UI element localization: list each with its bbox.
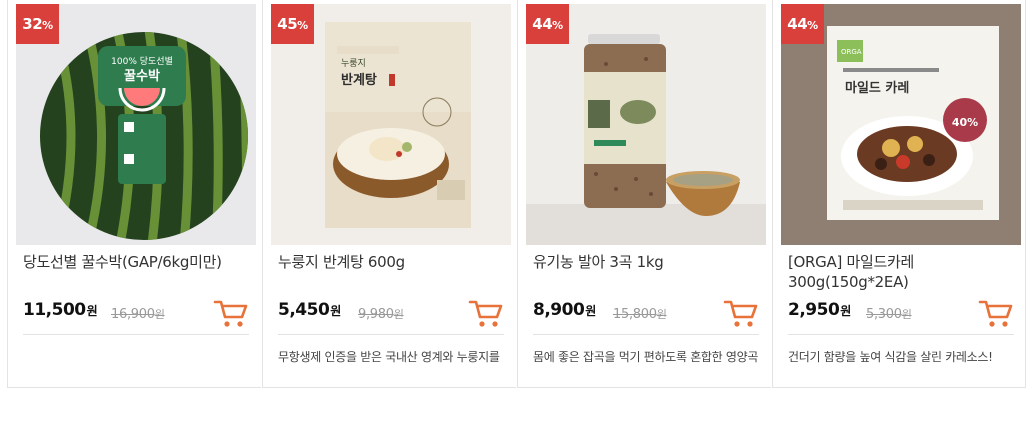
discount-badge: 32% bbox=[16, 4, 59, 44]
currency: 원 bbox=[840, 304, 851, 318]
currency: 원 bbox=[901, 308, 912, 321]
product-name[interactable]: 당도선별 꿀수박(GAP/6kg미만) bbox=[23, 252, 255, 272]
original-price: 16,900원 bbox=[111, 306, 165, 322]
product-card[interactable]: 누룽지 반계탕 45% 누룽지 반계탕 600g 5,450원 9,980원 무… bbox=[262, 0, 516, 388]
product-image[interactable]: ORGA 마일드 카레 40% 44% bbox=[781, 4, 1021, 245]
original-price-value: 15,800 bbox=[613, 307, 657, 322]
product-card[interactable]: 100% 당도선별 꿀수박 32% 당도선별 꿀수박(GAP/6kg미만) 11… bbox=[7, 0, 261, 388]
sale-price: 11,500원 bbox=[23, 300, 98, 320]
currency: 원 bbox=[86, 304, 98, 318]
discount-unit: % bbox=[42, 18, 53, 32]
discount-value: 45 bbox=[277, 15, 298, 33]
original-price: 15,800원 bbox=[613, 306, 667, 322]
image-label: ORGA bbox=[841, 48, 862, 56]
product-name[interactable]: 유기농 발아 3곡 1kg bbox=[533, 252, 765, 272]
sale-price-value: 5,450 bbox=[278, 300, 330, 320]
price-row: 2,950원 5,300원 bbox=[788, 296, 1014, 335]
product-description: 몸에 좋은 잡곡을 먹기 편하도록 혼합한 영양곡 bbox=[533, 350, 759, 364]
sale-price: 8,900원 bbox=[533, 300, 596, 320]
sale-price: 2,950원 bbox=[788, 300, 851, 320]
discount-badge: 44% bbox=[781, 4, 824, 44]
cart-icon[interactable] bbox=[723, 297, 759, 329]
product-grid: 100% 당도선별 꿀수박 32% 당도선별 꿀수박(GAP/6kg미만) 11… bbox=[7, 0, 1027, 389]
product-description: 무항생제 인증을 받은 국내산 영계와 누룽지를 bbox=[278, 350, 500, 364]
currency: 원 bbox=[330, 304, 341, 318]
product-image[interactable]: 44% bbox=[526, 4, 766, 245]
original-price-value: 5,300 bbox=[866, 307, 902, 322]
product-image[interactable]: 100% 당도선별 꿀수박 32% bbox=[16, 4, 256, 245]
discount-unit: % bbox=[552, 18, 563, 32]
sale-price: 5,450원 bbox=[278, 300, 341, 320]
original-price: 5,300원 bbox=[866, 306, 912, 322]
product-name[interactable]: 누룽지 반계탕 600g bbox=[278, 252, 510, 272]
discount-badge: 45% bbox=[271, 4, 314, 44]
discount-value: 44 bbox=[532, 15, 553, 33]
price-row: 8,900원 15,800원 bbox=[533, 296, 759, 335]
currency: 원 bbox=[585, 304, 596, 318]
price-row: 5,450원 9,980원 bbox=[278, 296, 504, 335]
discount-unit: % bbox=[297, 18, 308, 32]
sale-price-value: 11,500 bbox=[23, 300, 86, 320]
currency: 원 bbox=[154, 308, 165, 321]
original-price: 9,980원 bbox=[358, 306, 404, 322]
image-label: 100% 당도선별 bbox=[111, 56, 173, 67]
product-name[interactable]: [ORGA] 마일드카레 300g(150g*2EA) bbox=[788, 252, 1020, 292]
image-label: 마일드 카레 bbox=[845, 80, 909, 96]
original-price-value: 9,980 bbox=[358, 307, 394, 322]
sale-price-value: 2,950 bbox=[788, 300, 840, 320]
product-image[interactable]: 누룽지 반계탕 45% bbox=[271, 4, 511, 245]
price-row: 11,500원 16,900원 bbox=[23, 296, 249, 335]
cart-icon[interactable] bbox=[978, 297, 1014, 329]
cart-icon[interactable] bbox=[468, 297, 504, 329]
product-card[interactable]: ORGA 마일드 카레 40% 44% [ORGA] 마일드카레 300g(15… bbox=[772, 0, 1026, 388]
image-label: 40% bbox=[952, 116, 978, 129]
discount-unit: % bbox=[807, 18, 818, 32]
image-label: 누룽지 bbox=[341, 58, 366, 69]
product-description: 건더기 함량을 높여 식감을 살린 카레소스! bbox=[788, 350, 993, 364]
sale-price-value: 8,900 bbox=[533, 300, 585, 320]
original-price-value: 16,900 bbox=[111, 307, 155, 322]
image-label: 반계탕 bbox=[341, 72, 377, 88]
currency: 원 bbox=[656, 308, 667, 321]
currency: 원 bbox=[393, 308, 404, 321]
image-label: 꿀수박 bbox=[124, 68, 160, 84]
cart-icon[interactable] bbox=[213, 297, 249, 329]
discount-badge: 44% bbox=[526, 4, 569, 44]
discount-value: 32 bbox=[22, 15, 43, 33]
product-card[interactable]: 44% 유기농 발아 3곡 1kg 8,900원 15,800원 몸에 좋은 잡… bbox=[517, 0, 771, 388]
discount-value: 44 bbox=[787, 15, 808, 33]
